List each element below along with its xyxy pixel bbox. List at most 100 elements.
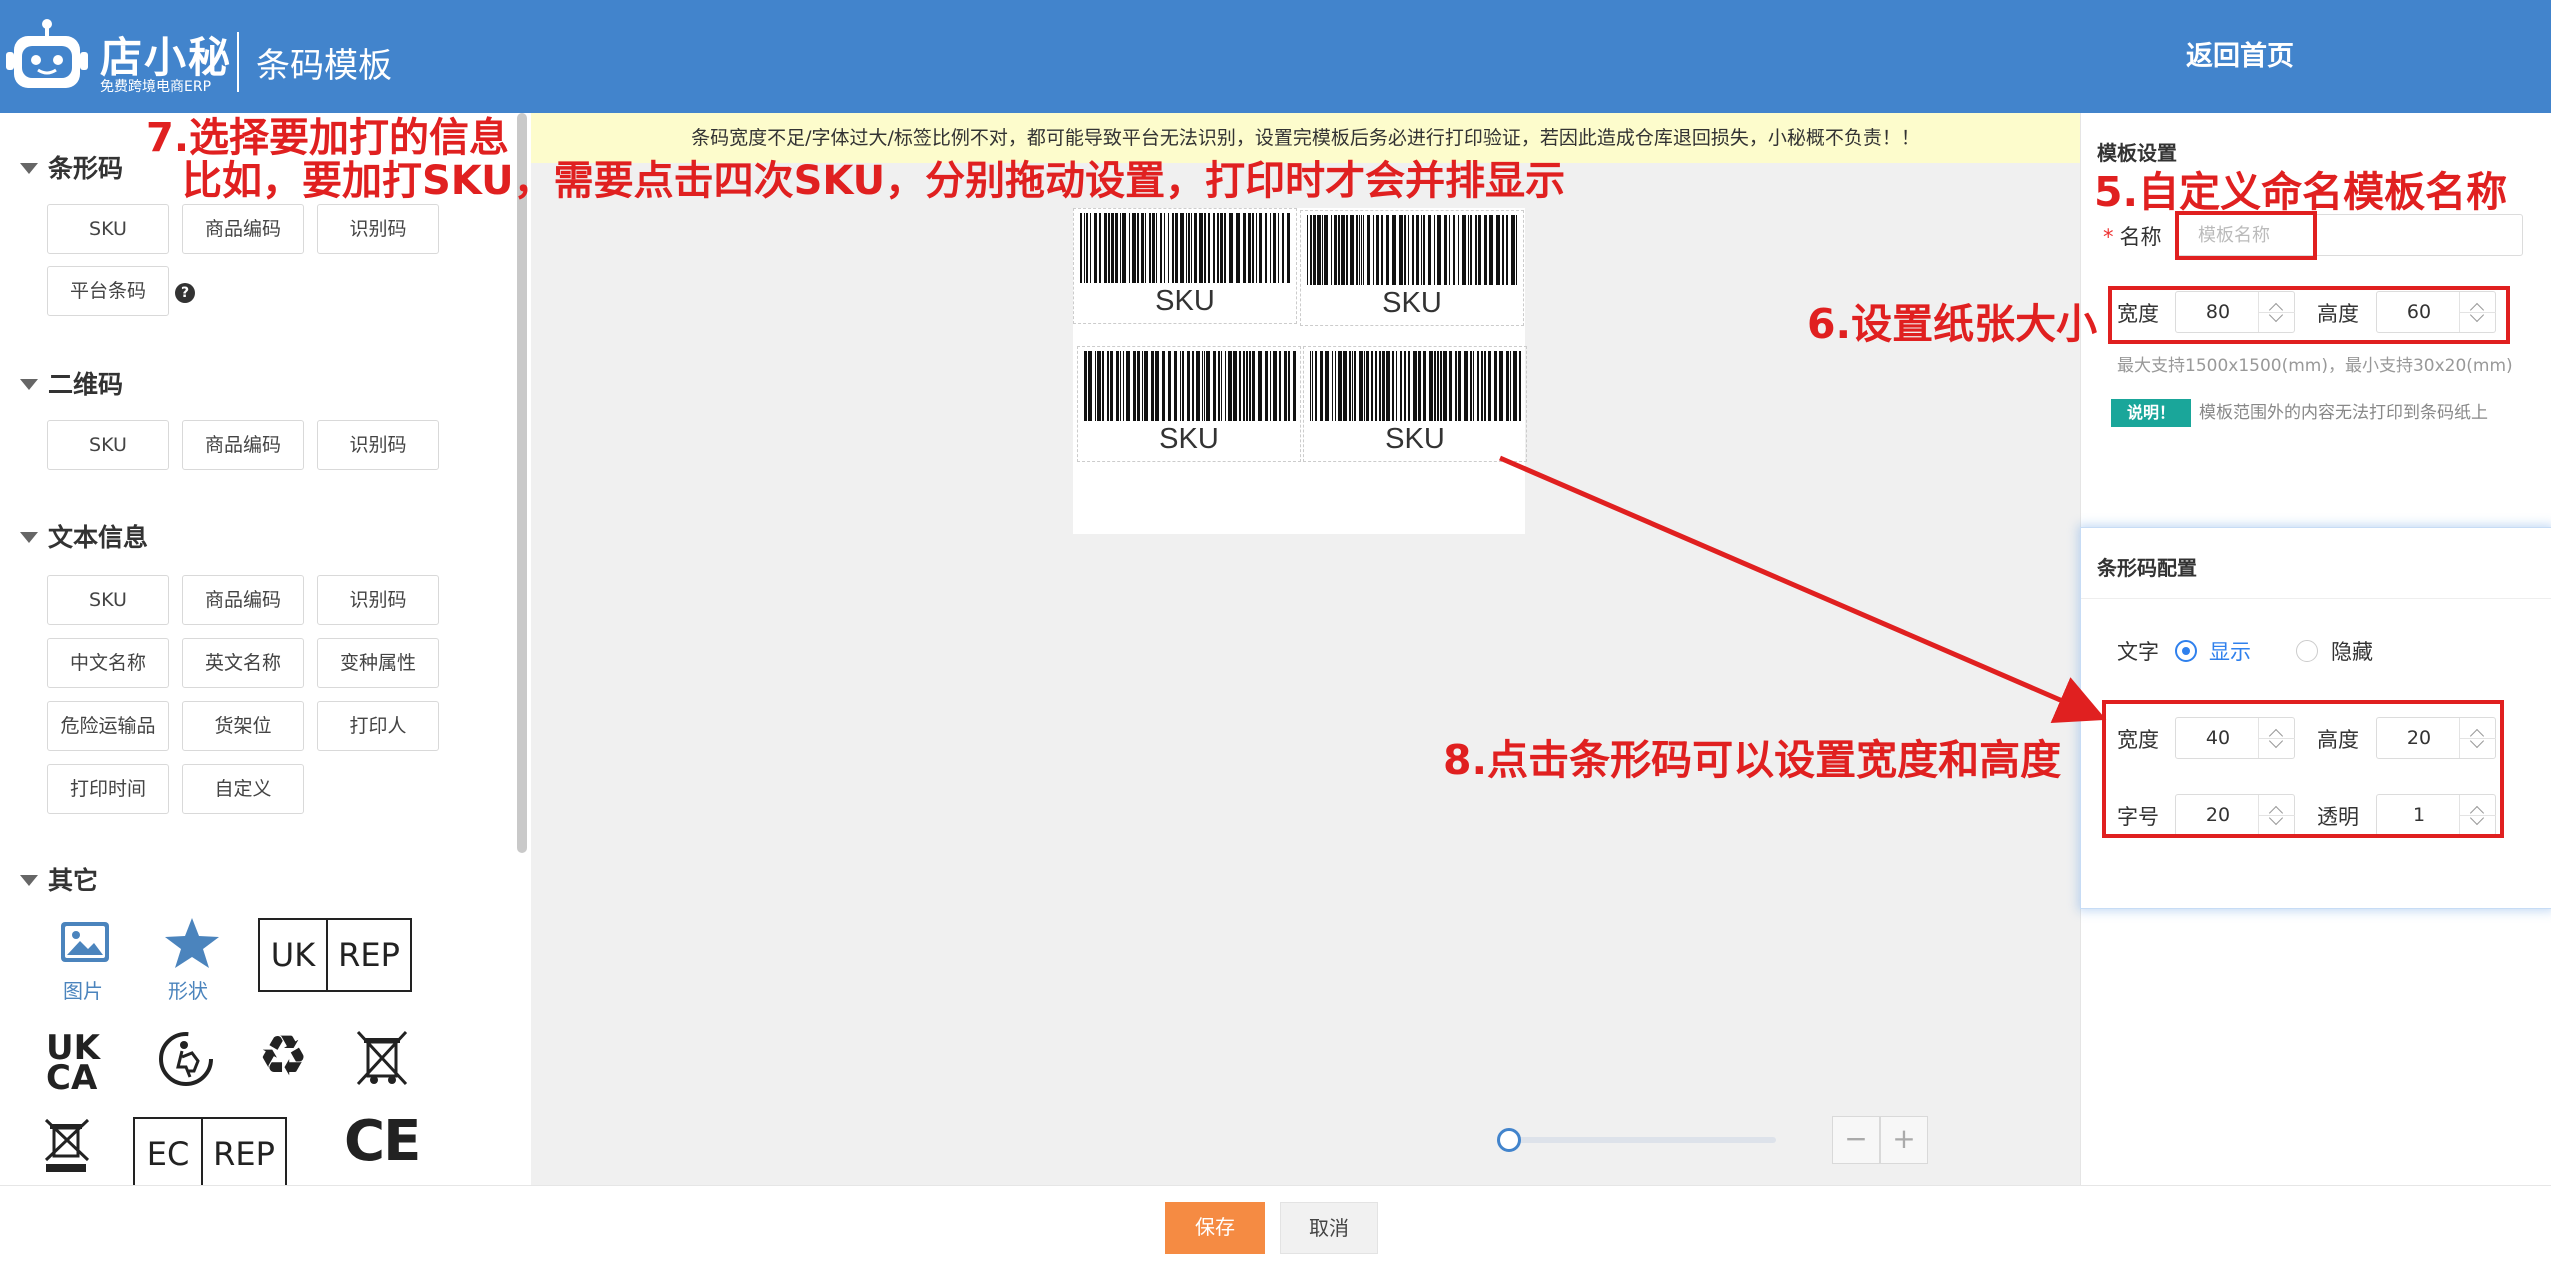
tidyman-icon[interactable] [158, 1031, 214, 1087]
barcode-stripe [1382, 351, 1385, 421]
annotation-step8: 8.点击条形码可以设置宽度和高度 [1443, 736, 2062, 784]
weee-bin-bar-icon[interactable] [42, 1118, 92, 1174]
barcode-stripe [1412, 215, 1414, 285]
text-print-time-button[interactable]: 打印时间 [47, 764, 169, 814]
ukca-symbol[interactable]: UK CA [46, 1031, 106, 1095]
barcode-stripe [1359, 215, 1360, 285]
qrcode-id-code-button[interactable]: 识别码 [317, 420, 439, 470]
barcode-stripe [1196, 351, 1200, 421]
barcode-stripe [1213, 351, 1216, 421]
image-label[interactable]: 图片 [63, 975, 103, 1004]
back-home-link[interactable]: 返回首页 [2140, 34, 2340, 73]
text-custom-button[interactable]: 自定义 [182, 764, 304, 814]
barcode-stripe [1488, 351, 1491, 421]
zoom-out-button[interactable]: − [1832, 1116, 1880, 1164]
highlight-name-input [2175, 211, 2317, 260]
hide-radio[interactable] [2296, 640, 2318, 662]
shape-star-icon[interactable] [163, 916, 221, 970]
text-product-code-button[interactable]: 商品编码 [182, 575, 304, 625]
barcode-stripe [1097, 351, 1101, 421]
caret-down-icon [20, 378, 38, 390]
barcode-bars [1080, 213, 1290, 283]
text-id-code-button[interactable]: 识别码 [317, 575, 439, 625]
barcode-stripe [1108, 213, 1110, 283]
barcode-product-code-button[interactable]: 商品编码 [182, 204, 304, 254]
barcode-stripe [1248, 213, 1251, 283]
barcode-stripe [1366, 351, 1369, 421]
palette-scrollbar[interactable] [517, 113, 527, 853]
barcode-stripe [1225, 351, 1226, 421]
section-other[interactable]: 其它 [20, 861, 98, 897]
recycle-icon[interactable]: ♻ [258, 1027, 308, 1087]
text-dangerous-button[interactable]: 危险运输品 [47, 701, 169, 751]
barcode-stripe [1202, 351, 1203, 421]
barcode-sku-button[interactable]: SKU [47, 204, 169, 254]
settings-panel: 模板设置 *名称 宽度 80 高度 60 最大支持1500x1500(mm)，最… [2080, 113, 2551, 1185]
qrcode-product-code-button[interactable]: 商品编码 [182, 420, 304, 470]
hide-label[interactable]: 隐藏 [2331, 636, 2373, 666]
section-qrcode[interactable]: 二维码 [20, 365, 123, 401]
barcode-stripe [1149, 213, 1151, 283]
barcode-platform-button[interactable]: 平台条码 [47, 266, 169, 316]
barcode-stripe [1122, 213, 1126, 283]
section-barcode[interactable]: 条形码 [20, 149, 123, 185]
note-text: 模板范围外的内容无法打印到条码纸上 [2199, 403, 2488, 423]
barcode-stripe [1317, 215, 1321, 285]
barcode-stripe [1194, 213, 1197, 283]
barcode-element[interactable]: SKU [1077, 346, 1301, 462]
barcode-stripe [1141, 213, 1144, 283]
qrcode-sku-button[interactable]: SKU [47, 420, 169, 470]
barcode-stripe [1137, 351, 1140, 421]
label-paper[interactable]: SKU SKU SKU SKU [1073, 208, 1527, 534]
barcode-stripe [1307, 215, 1308, 285]
text-sku-button[interactable]: SKU [47, 575, 169, 625]
ec-rep-symbol[interactable]: EC REP [133, 1117, 287, 1185]
uk-rep-symbol[interactable]: UK REP [258, 918, 412, 992]
barcode-stripe [1449, 215, 1450, 285]
barcode-stripe [1367, 215, 1370, 285]
cancel-button[interactable]: 取消 [1280, 1202, 1378, 1254]
text-variant-button[interactable]: 变种属性 [317, 638, 439, 688]
barcode-stripe [1287, 213, 1290, 283]
barcode-stripe [1137, 213, 1139, 283]
section-text-info[interactable]: 文本信息 [20, 518, 148, 554]
text-printer-button[interactable]: 打印人 [317, 701, 439, 751]
barcode-stripe [1236, 213, 1240, 283]
barcode-stripe [1440, 351, 1442, 421]
barcode-element[interactable]: SKU [1073, 208, 1297, 324]
text-cn-name-button[interactable]: 中文名称 [47, 638, 169, 688]
barcode-element[interactable]: SKU [1300, 210, 1524, 326]
barcode-stripe [1080, 213, 1082, 283]
barcode-stripe [1220, 213, 1223, 283]
show-label[interactable]: 显示 [2209, 636, 2251, 666]
zoom-slider-track[interactable] [1506, 1137, 1776, 1143]
barcode-stripe [1364, 351, 1365, 421]
element-palette: 条形码 SKU 商品编码 识别码 平台条码 ? 二维码 SKU 商品编码 识别码… [0, 113, 530, 1185]
text-en-name-button[interactable]: 英文名称 [182, 638, 304, 688]
save-button[interactable]: 保存 [1165, 1202, 1265, 1254]
barcode-id-code-button[interactable]: 识别码 [317, 204, 439, 254]
show-radio[interactable] [2175, 640, 2197, 662]
barcode-element[interactable]: SKU [1303, 346, 1527, 462]
weee-bin-icon[interactable] [354, 1028, 410, 1088]
barcode-stripe [1120, 351, 1121, 421]
ce-mark[interactable]: CE [344, 1109, 421, 1174]
barcode-stripe [1418, 351, 1421, 421]
barcode-stripe [1288, 351, 1290, 421]
barcode-stripe [1145, 213, 1146, 283]
barcode-stripe [1258, 351, 1262, 421]
zoom-slider-handle[interactable] [1497, 1128, 1521, 1152]
barcode-stripe [1519, 351, 1521, 421]
barcode-stripe [1144, 351, 1148, 421]
design-canvas: 条码宽度不足/字体过大/标签比例不对，都可能导致平台无法识别，设置完模板后务必进… [531, 113, 2080, 1185]
shape-label[interactable]: 形状 [168, 975, 208, 1004]
barcode-stripe [1224, 213, 1226, 283]
barcode-bars [1310, 351, 1521, 421]
barcode-stripe [1408, 215, 1409, 285]
image-icon[interactable] [60, 921, 110, 963]
barcode-stripe [1315, 351, 1317, 421]
text-shelf-button[interactable]: 货架位 [182, 701, 304, 751]
zoom-in-button[interactable]: + [1880, 1116, 1928, 1164]
help-icon[interactable]: ? [175, 283, 195, 303]
barcode-stripe [1129, 213, 1130, 283]
